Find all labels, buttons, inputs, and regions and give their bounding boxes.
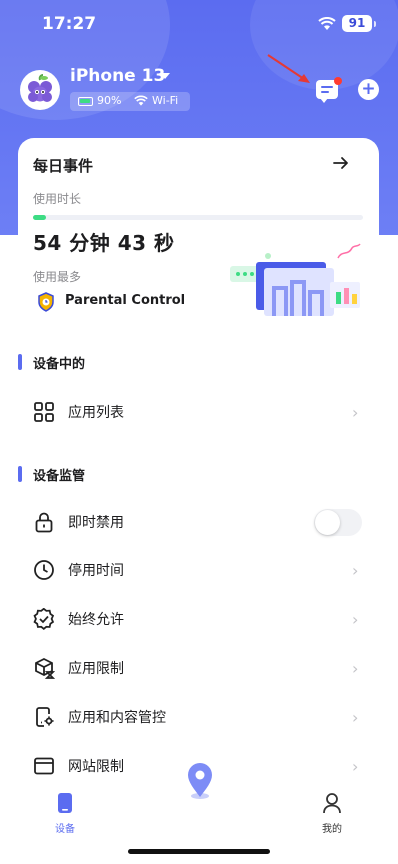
phone-gear-icon xyxy=(33,706,55,732)
location-button[interactable] xyxy=(178,760,222,804)
tab-device[interactable]: 设备 xyxy=(35,784,95,836)
battery-icon xyxy=(78,97,93,106)
tab-label: 我的 xyxy=(322,824,342,835)
section-accent-bar xyxy=(18,466,22,482)
section-title: 设备中的 xyxy=(33,357,86,372)
wifi-icon xyxy=(318,16,336,35)
row-downtime[interactable]: 停用时间 › xyxy=(0,548,398,592)
row-app-limits[interactable]: 应用限制 › xyxy=(0,646,398,690)
row-label: 应用限制 xyxy=(68,661,124,677)
arrow-right-icon[interactable] xyxy=(333,155,349,175)
chevron-right-icon: › xyxy=(352,757,359,776)
row-always-allowed[interactable]: 始终允许 › xyxy=(0,597,398,641)
device-battery: 90% xyxy=(97,94,122,107)
user-icon xyxy=(323,793,341,814)
usage-value: 54 分钟 43 秒 xyxy=(33,231,175,255)
wifi-icon xyxy=(134,95,148,110)
chevron-right-icon: › xyxy=(352,403,359,422)
section-title: 设备监管 xyxy=(33,469,86,484)
card-title: 每日事件 xyxy=(33,157,94,175)
annotation-arrow xyxy=(267,54,310,83)
daily-events-card[interactable]: 每日事件 使用时长 54 分钟 43 秒 使用最多 Parental Contr… xyxy=(18,138,379,338)
instant-block-toggle[interactable] xyxy=(314,509,362,536)
row-label: 网站限制 xyxy=(68,759,124,775)
device-network: Wi-Fi xyxy=(152,94,179,107)
row-label: 应用和内容管控 xyxy=(68,710,166,726)
row-app-list[interactable]: 应用列表 › xyxy=(0,390,398,434)
notification-badge xyxy=(334,77,342,85)
chevron-right-icon: › xyxy=(352,659,359,678)
section-accent-bar xyxy=(18,354,22,370)
row-app-content-control[interactable]: 应用和内容管控 › xyxy=(0,695,398,739)
status-bar: 17:27 91 xyxy=(0,0,398,48)
usage-label: 使用时长 xyxy=(33,192,82,206)
home-indicator xyxy=(128,849,270,854)
section-in-device: 设备中的 xyxy=(0,348,398,376)
browser-window-icon xyxy=(33,755,55,781)
chevron-right-icon: › xyxy=(352,708,359,727)
usage-illustration xyxy=(230,243,361,316)
row-label: 始终允许 xyxy=(68,612,124,628)
tab-label: 设备 xyxy=(55,824,75,835)
device-avatar[interactable] xyxy=(20,70,60,110)
cube-hourglass-icon xyxy=(33,657,56,683)
chevron-right-icon: › xyxy=(352,610,359,629)
usage-progress-fill xyxy=(33,215,46,220)
status-time: 17:27 xyxy=(42,14,97,34)
check-badge-icon xyxy=(33,607,55,634)
row-label: 即时禁用 xyxy=(68,515,124,531)
lock-icon xyxy=(33,511,55,537)
most-used-label: 使用最多 xyxy=(33,270,82,284)
device-name[interactable]: iPhone 13 xyxy=(70,66,165,86)
shield-clock-icon xyxy=(36,292,56,316)
toggle-knob xyxy=(315,510,340,535)
clock-icon xyxy=(33,559,55,585)
add-device-button[interactable]: + xyxy=(358,79,379,100)
row-label: 应用列表 xyxy=(68,405,124,421)
grape-mascot-icon xyxy=(28,74,52,102)
row-label: 停用时间 xyxy=(68,563,124,579)
row-instant-block[interactable]: 即时禁用 xyxy=(0,500,398,544)
section-supervision: 设备监管 xyxy=(0,460,398,488)
phone-icon xyxy=(58,793,72,813)
chevron-right-icon: › xyxy=(352,561,359,580)
usage-progress-track xyxy=(33,215,363,220)
battery-indicator: 91 xyxy=(342,15,376,32)
tab-mine[interactable]: 我的 xyxy=(302,784,362,836)
most-used-app: Parental Control xyxy=(65,293,186,308)
chevron-down-icon[interactable] xyxy=(160,73,170,79)
device-status-pill: 90% Wi-Fi xyxy=(70,92,190,111)
location-pin-icon xyxy=(188,763,212,799)
grid-icon xyxy=(33,401,55,427)
